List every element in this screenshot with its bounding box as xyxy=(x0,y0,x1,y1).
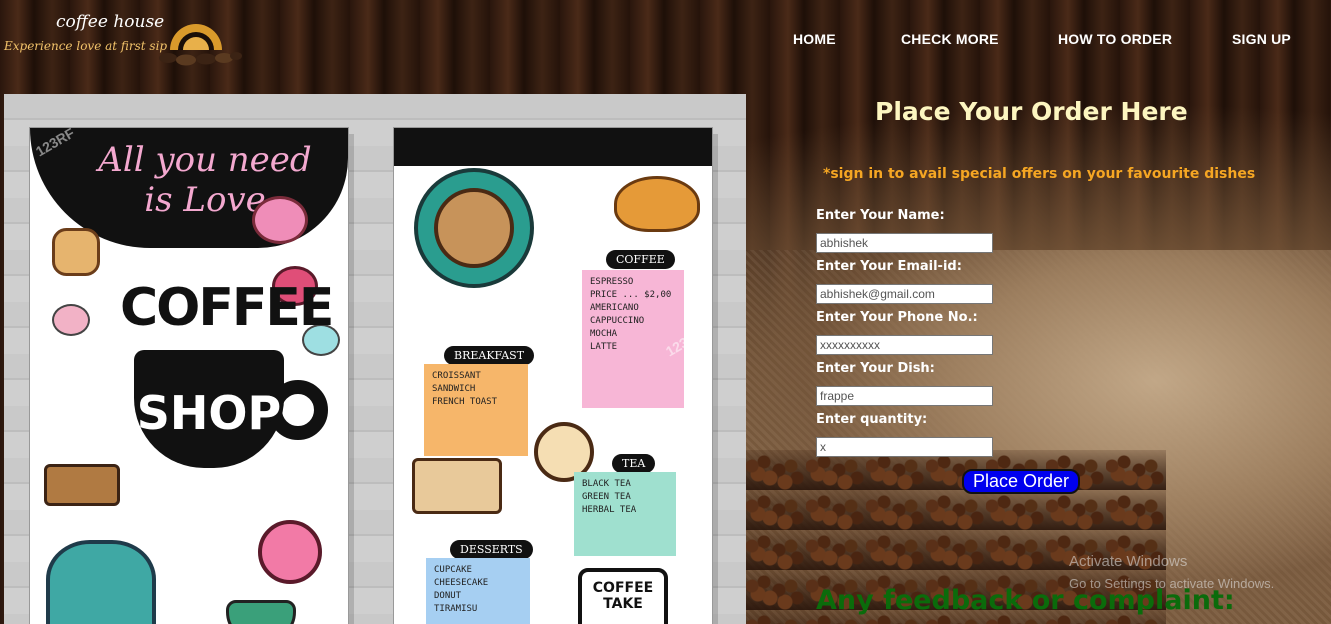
name-label: Enter Your Name: xyxy=(816,208,945,223)
coffee-price-list: ESPRESSO PRICE ... $2,00 AMERICANO CAPPU… xyxy=(582,270,684,408)
latte-art-icon xyxy=(434,188,514,268)
email-label: Enter Your Email-id: xyxy=(816,259,962,274)
menu-item: TIRAMISU xyxy=(434,604,478,614)
coffee-menu-image: All you need is Love COFFEE SHOP COFFEE … xyxy=(4,94,746,624)
phone-label: Enter Your Phone No.: xyxy=(816,310,978,325)
menu-price: PRICE ... $2,00 xyxy=(590,290,672,300)
nav-check-more[interactable]: CHECK MORE xyxy=(901,31,999,47)
menu-item: CROISSANT xyxy=(432,371,481,381)
takeaway-label: COFFEE TAKE xyxy=(592,580,654,612)
email-field[interactable] xyxy=(816,284,993,304)
menu-item: SANDWICH xyxy=(432,384,476,394)
card-top-banner xyxy=(394,128,712,166)
menu-shop-headline: SHOP xyxy=(136,386,282,440)
dish-label: Enter Your Dish: xyxy=(816,361,935,376)
nav-sign-up[interactable]: SIGN UP xyxy=(1232,31,1291,47)
sign-in-offer-note: *sign in to avail special offers on your… xyxy=(823,166,1256,182)
croissant-icon xyxy=(614,176,700,232)
tea-price-list: BLACK TEA GREEN TEA HERBAL TEA xyxy=(574,472,676,556)
nav-how-to-order[interactable]: HOW TO ORDER xyxy=(1058,31,1172,47)
main-nav: HOME CHECK MORE HOW TO ORDER SIGN UP xyxy=(0,31,1331,51)
phone-field[interactable] xyxy=(816,335,993,355)
dish-field[interactable] xyxy=(816,386,993,406)
menu-item: CUPCAKE xyxy=(434,565,472,575)
coffee-section-title: COFFEE xyxy=(606,250,675,269)
menu-item: HERBAL TEA xyxy=(582,505,637,515)
breakfast-price-list: CROISSANT SANDWICH FRENCH TOAST xyxy=(424,364,528,456)
heart-cookie-icon xyxy=(252,196,308,244)
menu-coffee-headline: COFFEE xyxy=(120,278,334,338)
brand-name: coffee house xyxy=(56,12,165,32)
name-field[interactable] xyxy=(816,233,993,253)
menu-item: CHEESECAKE xyxy=(434,578,489,588)
order-form: Enter Your Name: Enter Your Email-id: En… xyxy=(816,208,1116,463)
nav-home[interactable]: HOME xyxy=(793,31,836,47)
menu-item: DONUT xyxy=(434,591,462,601)
activate-windows-title: Activate Windows xyxy=(1069,553,1188,570)
quantity-label: Enter quantity: xyxy=(816,412,928,427)
menu-item: AMERICANO xyxy=(590,303,639,313)
teapot-icon xyxy=(46,540,156,624)
menu-item: GREEN TEA xyxy=(582,492,631,502)
tea-section-title: TEA xyxy=(612,454,656,473)
tiramisu-slice-icon xyxy=(412,458,502,514)
menu-item: BLACK TEA xyxy=(582,479,631,489)
feedback-heading: Any feedback or complaint: xyxy=(816,585,1235,616)
menu-card-right: COFFEE ESPRESSO PRICE ... $2,00 AMERICAN… xyxy=(394,128,712,624)
cake-slice-icon xyxy=(44,464,120,506)
menu-item: FRENCH TOAST xyxy=(432,397,498,407)
desserts-section-title: DESSERTS xyxy=(450,540,533,559)
teacup-icon xyxy=(226,600,296,624)
order-title: Place Your Order Here xyxy=(875,97,1188,126)
menu-item: MOCHA xyxy=(590,329,618,339)
place-order-button[interactable]: Place Order xyxy=(962,469,1080,494)
star-cookie-icon xyxy=(52,228,100,276)
breakfast-section-title: BREAKFAST xyxy=(444,346,535,365)
quantity-field[interactable] xyxy=(816,437,993,457)
menu-item: CAPPUCCINO xyxy=(590,316,645,326)
menu-card-left: All you need is Love COFFEE SHOP xyxy=(30,128,348,624)
menu-item: ESPRESSO xyxy=(590,277,634,287)
desserts-price-list: CUPCAKE CHEESECAKE DONUT TIRAMISU xyxy=(426,558,530,624)
donut-icon xyxy=(258,520,322,584)
macaron-icon xyxy=(52,304,90,336)
